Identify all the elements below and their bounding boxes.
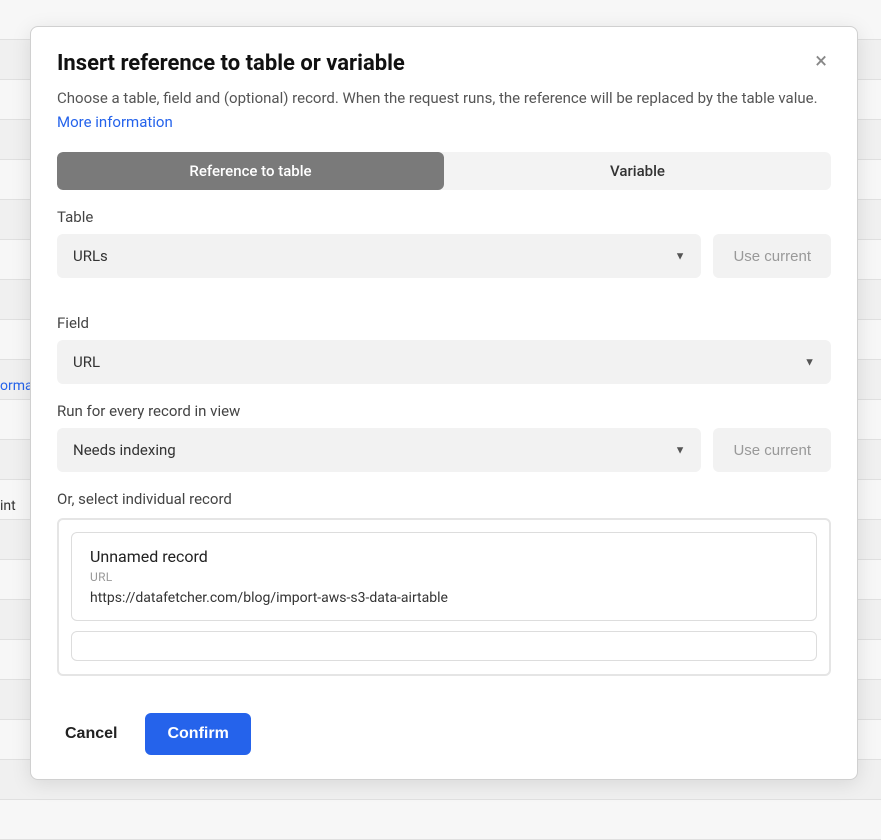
- field-label: Field: [57, 314, 831, 332]
- record-card[interactable]: Unnamed record URL https://datafetcher.c…: [71, 532, 817, 621]
- modal-description-text: Choose a table, field and (optional) rec…: [57, 89, 818, 107]
- record-value: https://datafetcher.com/blog/import-aws-…: [90, 590, 798, 606]
- modal-description: Choose a table, field and (optional) rec…: [57, 86, 831, 134]
- insert-reference-modal: Insert reference to table or variable × …: [30, 26, 858, 780]
- close-icon[interactable]: ×: [811, 51, 831, 73]
- use-current-table-button[interactable]: Use current: [713, 234, 831, 278]
- use-current-view-button[interactable]: Use current: [713, 428, 831, 472]
- record-section-label: Or, select individual record: [57, 490, 831, 508]
- field-select[interactable]: URL: [57, 340, 831, 384]
- more-information-link[interactable]: More information: [57, 113, 173, 131]
- confirm-button[interactable]: Confirm: [145, 713, 250, 755]
- record-list[interactable]: Unnamed record URL https://datafetcher.c…: [57, 518, 831, 676]
- record-card[interactable]: [71, 631, 817, 661]
- view-label: Run for every record in view: [57, 402, 831, 420]
- record-field-name: URL: [90, 570, 798, 584]
- record-title: Unnamed record: [90, 547, 798, 566]
- tab-bar: Reference to table Variable: [57, 152, 831, 190]
- modal-title: Insert reference to table or variable: [57, 51, 405, 76]
- tab-reference-to-table[interactable]: Reference to table: [57, 152, 444, 190]
- table-label: Table: [57, 208, 831, 226]
- background-text: orma: [0, 378, 33, 394]
- table-select[interactable]: URLs: [57, 234, 701, 278]
- modal-footer: Cancel Confirm: [57, 693, 831, 755]
- view-select[interactable]: Needs indexing: [57, 428, 701, 472]
- background-text: int: [0, 498, 16, 514]
- tab-variable[interactable]: Variable: [444, 152, 831, 190]
- cancel-button[interactable]: Cancel: [57, 715, 125, 753]
